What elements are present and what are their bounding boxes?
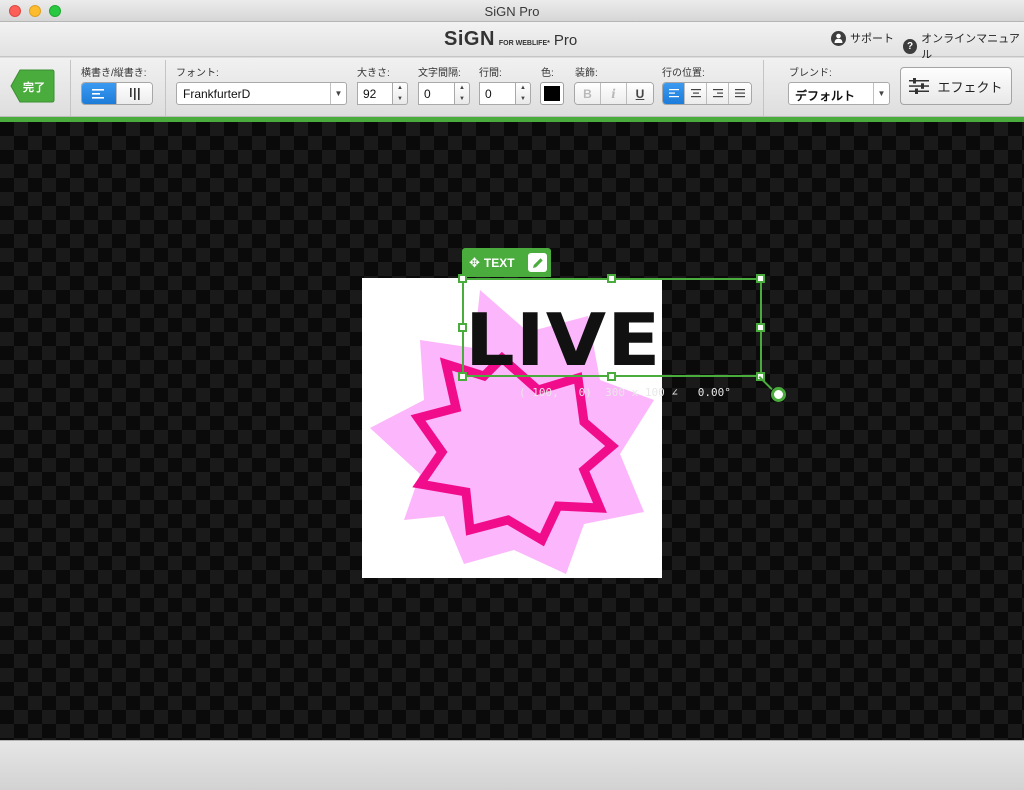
italic-button[interactable]: i <box>601 83 627 104</box>
logo-main: SiGN <box>444 28 495 50</box>
text-color-fill <box>544 86 560 101</box>
resize-handle-right[interactable] <box>756 323 765 332</box>
stepper-up-icon[interactable]: ▲ <box>397 85 403 91</box>
stepper-down-icon[interactable]: ▼ <box>397 96 403 102</box>
effect-label: エフェクト <box>937 79 1003 95</box>
vertical-text-icon <box>129 87 140 100</box>
logo-pro: Pro <box>553 32 578 49</box>
pencil-icon <box>532 257 543 268</box>
done-button[interactable]: 完了 <box>10 69 55 103</box>
align-left-button[interactable] <box>663 83 685 104</box>
selection-tab[interactable]: ✥ TEXT <box>462 248 551 277</box>
size-stepper-arrows[interactable]: ▲ ▼ <box>393 82 408 105</box>
line-spacing-stepper[interactable]: 0 ▲ ▼ <box>479 82 531 105</box>
underline-button[interactable]: U <box>627 83 653 104</box>
letter-spacing-input[interactable]: 0 <box>418 82 455 105</box>
font-select[interactable]: FrankfurterD ▼ <box>176 82 347 105</box>
resize-handle-left[interactable] <box>458 323 467 332</box>
vertical-writing-button[interactable] <box>117 83 152 104</box>
resize-handle-top-left[interactable] <box>458 274 467 283</box>
line-align-segment <box>662 82 752 105</box>
window-title: SiGN Pro <box>484 4 540 19</box>
decoration-label: 装飾: <box>575 68 598 79</box>
blend-value: デフォルト <box>795 89 856 103</box>
letter-spacing-label: 文字間隔: <box>418 68 461 79</box>
bottom-bar <box>0 740 1024 790</box>
align-left-icon <box>668 89 679 98</box>
font-label: フォント: <box>176 68 219 79</box>
help-icon: ? <box>903 38 918 54</box>
orientation-segment <box>81 82 153 105</box>
size-label: 大きさ: <box>357 68 390 79</box>
align-center-icon <box>690 89 701 98</box>
align-right-button[interactable] <box>707 83 729 104</box>
rotation-handle[interactable] <box>771 387 786 402</box>
edit-text-button[interactable] <box>528 253 547 272</box>
support-label: サポート <box>850 33 894 45</box>
window-titlebar: SiGN Pro <box>0 0 1024 22</box>
size-input[interactable]: 92 <box>357 82 393 105</box>
resize-handle-bottom-left[interactable] <box>458 372 467 381</box>
resize-handle-top[interactable] <box>607 274 616 283</box>
align-label: 行の位置: <box>662 68 705 79</box>
chevron-down-icon: ▼ <box>873 83 889 104</box>
stepper-up-icon[interactable]: ▲ <box>520 85 526 91</box>
align-right-icon <box>712 89 723 98</box>
size-stepper[interactable]: 92 ▲ ▼ <box>357 82 408 105</box>
line-spacing-label: 行間: <box>479 68 502 79</box>
selection-box[interactable] <box>462 278 762 377</box>
orientation-label: 横書き/縦書き: <box>81 68 147 79</box>
stepper-down-icon[interactable]: ▼ <box>459 96 465 102</box>
align-justify-button[interactable] <box>729 83 751 104</box>
align-justify-icon <box>735 89 745 98</box>
stepper-down-icon[interactable]: ▼ <box>520 96 526 102</box>
resize-handle-top-right[interactable] <box>756 274 765 283</box>
blend-select[interactable]: デフォルト ▼ <box>788 82 890 105</box>
done-label: 完了 <box>23 82 45 94</box>
toolbar-divider <box>165 60 166 116</box>
logo-sub: FOR WEBLIFE* <box>498 40 550 47</box>
toolbar-divider <box>70 60 71 116</box>
blend-label: ブレンド: <box>789 68 832 79</box>
text-toolbar: 完了 横書き/縦書き: フォント: FrankfurterD ▼ 大きさ: 92… <box>0 58 1024 117</box>
app-logo: SiGN FOR WEBLIFE* Pro <box>444 28 577 50</box>
font-value: FrankfurterD <box>183 87 251 101</box>
selection-tab-label: TEXT <box>483 255 515 270</box>
line-spacing-input[interactable]: 0 <box>479 82 516 105</box>
move-icon[interactable]: ✥ <box>469 255 480 271</box>
horizontal-text-icon <box>92 88 104 99</box>
app-header: SiGN FOR WEBLIFE* Pro サポート ? オンラインマニュアル <box>0 22 1024 61</box>
resize-handle-bottom[interactable] <box>607 372 616 381</box>
letter-spacing-stepper-arrows[interactable]: ▲ ▼ <box>455 82 470 105</box>
decoration-segment: B i U <box>574 82 654 105</box>
transform-readout: ( 100, 0) 300 x 100 ∠ 0.00° <box>519 386 731 399</box>
chevron-down-icon: ▼ <box>330 83 346 104</box>
color-label: 色: <box>541 68 554 79</box>
user-icon <box>831 30 846 46</box>
sliders-icon <box>909 78 930 94</box>
support-link[interactable]: サポート <box>831 30 894 46</box>
letter-spacing-stepper[interactable]: 0 ▲ ▼ <box>418 82 470 105</box>
line-spacing-stepper-arrows[interactable]: ▲ ▼ <box>516 82 531 105</box>
bold-button[interactable]: B <box>575 83 601 104</box>
horizontal-writing-button[interactable] <box>82 83 117 104</box>
effect-button[interactable]: エフェクト <box>900 67 1012 105</box>
stepper-up-icon[interactable]: ▲ <box>459 85 465 91</box>
text-color-swatch[interactable] <box>540 82 564 105</box>
align-center-button[interactable] <box>685 83 707 104</box>
toolbar-divider <box>763 60 764 116</box>
